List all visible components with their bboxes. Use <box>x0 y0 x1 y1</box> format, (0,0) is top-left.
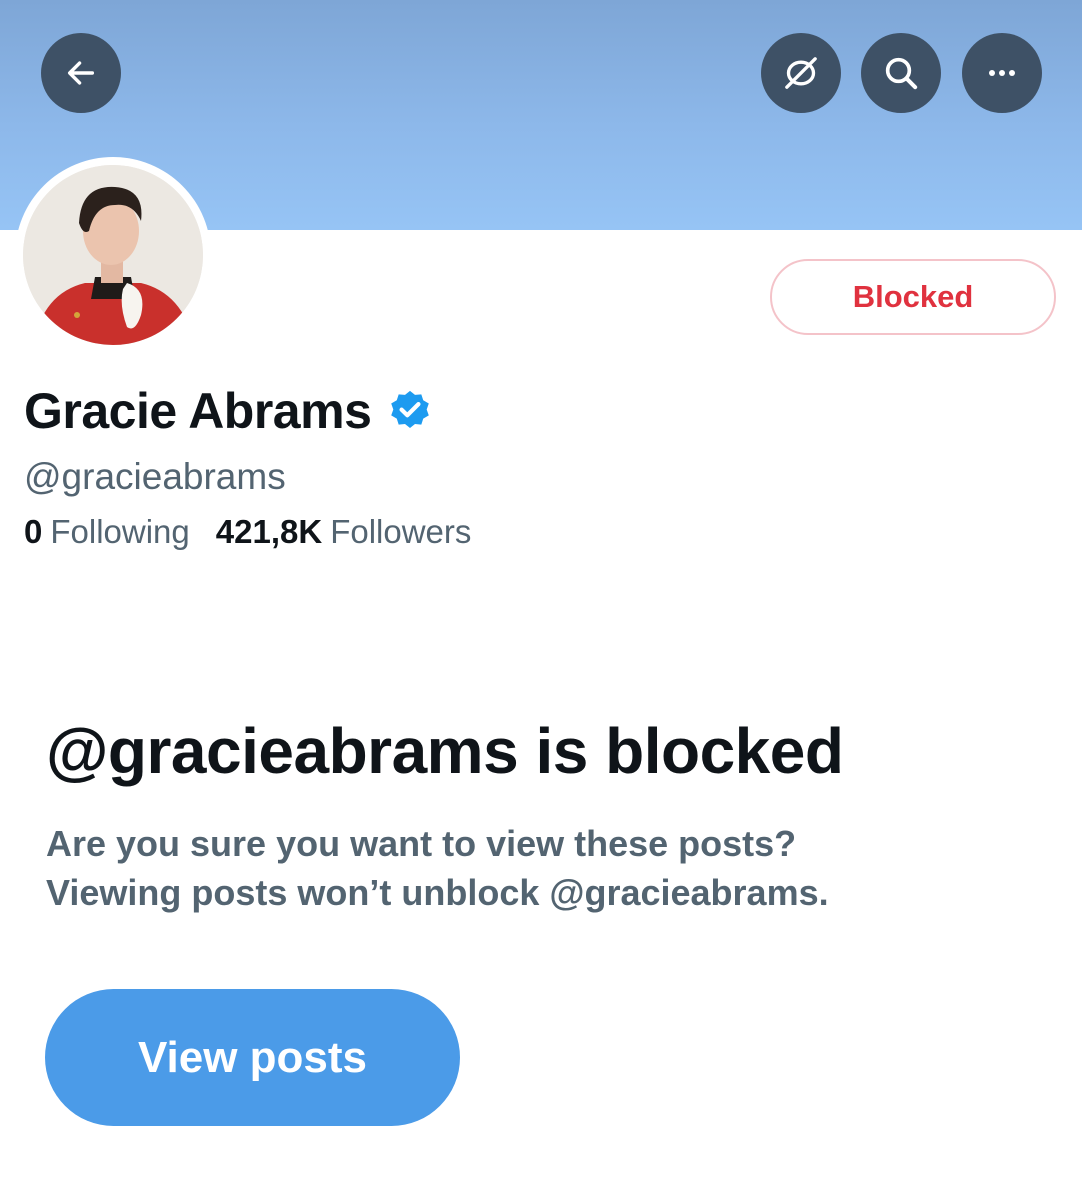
avatar-frame[interactable] <box>15 157 211 353</box>
blocked-notice-title: @gracieabrams is blocked <box>46 715 844 787</box>
hide-button[interactable] <box>761 33 841 113</box>
followers-count: 421,8K <box>215 513 323 550</box>
view-posts-label: View posts <box>137 1032 368 1082</box>
following-count: 0 <box>24 513 43 550</box>
view-posts-button[interactable]: View posts <box>45 989 460 1126</box>
following-stat[interactable]: 0 Following <box>24 512 190 552</box>
arrow-left-icon <box>67 61 95 85</box>
search-button[interactable] <box>861 33 941 113</box>
profile-name-row: Gracie Abrams <box>24 381 433 441</box>
followers-label: Followers <box>330 513 472 550</box>
profile-stats: 0 Following 421,8K Followers <box>24 512 471 552</box>
display-name: Gracie Abrams <box>24 383 372 439</box>
verified-badge-icon <box>391 390 430 429</box>
blocked-notice-message: Are you sure you want to view these post… <box>46 819 1036 917</box>
search-icon <box>885 57 918 90</box>
avatar-photo <box>23 165 203 345</box>
blocked-button[interactable]: Blocked <box>770 259 1056 335</box>
blocked-notice-line-1: Are you sure you want to view these post… <box>46 823 797 864</box>
blocked-button-label: Blocked <box>852 279 974 314</box>
more-button[interactable] <box>962 33 1042 113</box>
following-label: Following <box>50 513 190 550</box>
followers-stat[interactable]: 421,8K Followers <box>216 512 472 552</box>
back-button[interactable] <box>41 33 121 113</box>
more-horizontal-icon <box>989 70 1015 76</box>
eye-slash-icon <box>785 57 817 89</box>
avatar[interactable] <box>23 165 203 345</box>
profile-handle: @gracieabrams <box>24 456 286 497</box>
blocked-notice-line-2: Viewing posts won’t unblock @gracieabram… <box>46 872 829 913</box>
